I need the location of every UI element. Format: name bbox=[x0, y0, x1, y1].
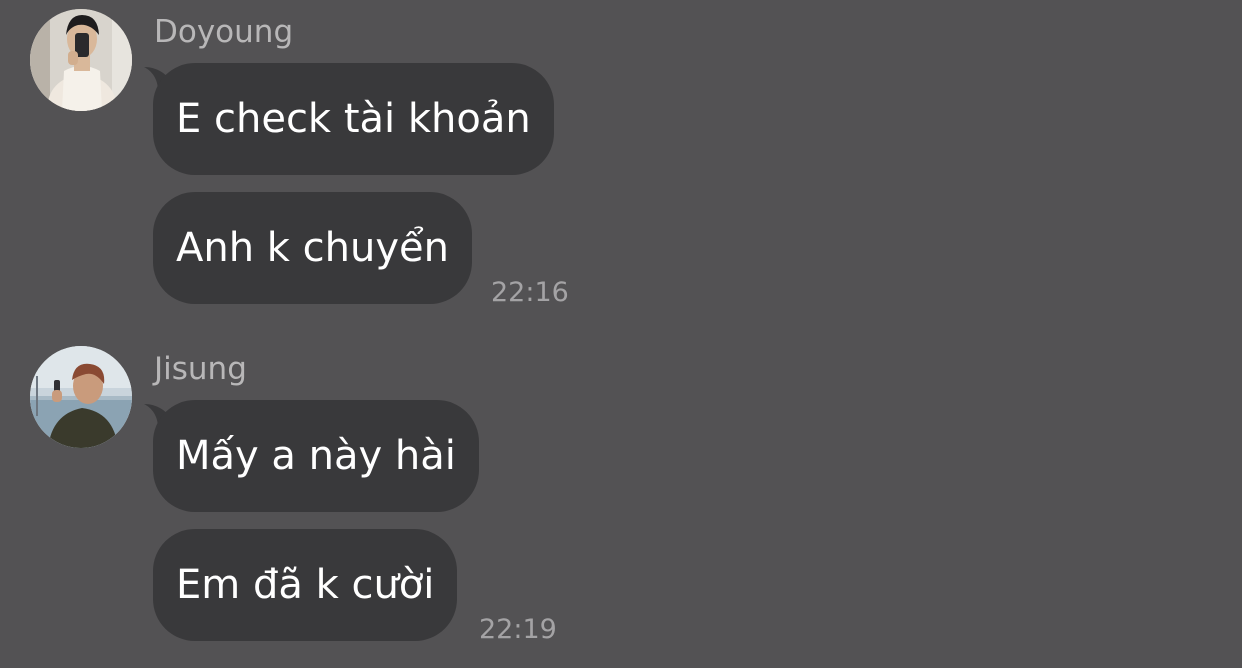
message-bubble[interactable]: Mấy a này hài bbox=[153, 400, 479, 512]
message-text: Em đã k cười bbox=[176, 562, 435, 608]
message-text: Anh k chuyển bbox=[176, 225, 449, 271]
message-timestamp: 22:16 bbox=[491, 277, 569, 308]
doyoung-avatar[interactable] bbox=[30, 9, 132, 111]
profile-photo-icon bbox=[30, 346, 132, 448]
message-text: E check tài khoản bbox=[176, 96, 531, 142]
jisung-avatar[interactable] bbox=[30, 346, 132, 448]
sender-name: Jisung bbox=[154, 351, 247, 387]
message-bubble[interactable]: Anh k chuyển bbox=[153, 192, 472, 304]
sender-name: Doyoung bbox=[154, 14, 294, 50]
message-bubble[interactable]: E check tài khoản bbox=[153, 63, 554, 175]
profile-photo-icon bbox=[30, 9, 132, 111]
message-text: Mấy a này hài bbox=[176, 433, 456, 479]
message-bubble[interactable]: Em đã k cười bbox=[153, 529, 458, 641]
message-timestamp: 22:19 bbox=[479, 614, 557, 645]
